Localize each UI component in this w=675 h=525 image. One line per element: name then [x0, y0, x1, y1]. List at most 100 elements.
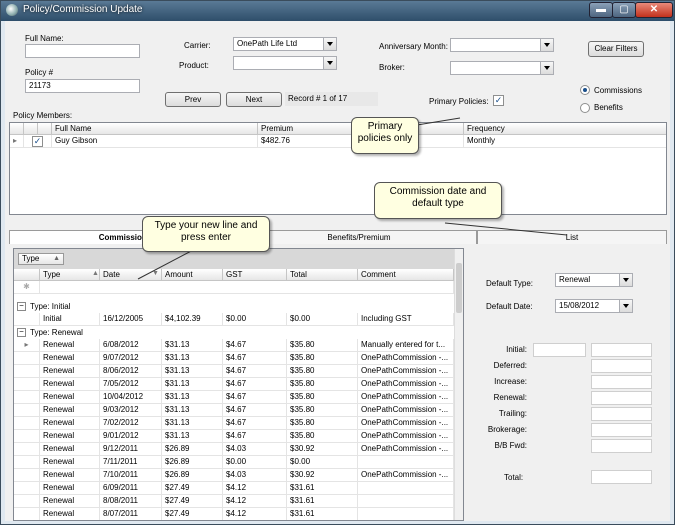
cell-amount[interactable]: $31.13 — [162, 430, 223, 443]
cell-total[interactable]: $30.92 — [287, 443, 358, 456]
cell-gst[interactable]: $4.67 — [223, 391, 287, 404]
default-field-input[interactable] — [591, 391, 652, 405]
cell-amount[interactable]: $31.13 — [162, 417, 223, 430]
cell-amount[interactable]: $31.13 — [162, 378, 223, 391]
new-row-input[interactable] — [40, 281, 454, 294]
cell-gst[interactable]: $4.67 — [223, 365, 287, 378]
group-row-renewal[interactable]: − Type: Renewal — [14, 326, 454, 339]
prev-button[interactable]: Prev — [165, 92, 221, 107]
cell-date[interactable]: 7/05/2012 — [100, 378, 162, 391]
cell-amount[interactable]: $31.13 — [162, 404, 223, 417]
default-field-input[interactable] — [591, 375, 652, 389]
default-field-input[interactable] — [591, 343, 652, 357]
cell-date[interactable]: 7/11/2011 — [100, 456, 162, 469]
column-header-full-name[interactable]: Full Name — [52, 123, 258, 135]
row-selector-icon[interactable] — [14, 417, 40, 430]
tab-benefits-premium[interactable]: Benefits/Premium — [241, 230, 477, 244]
column-header-type[interactable]: Type — [40, 269, 100, 281]
cell-type[interactable]: Renewal — [40, 339, 100, 352]
cell-amount[interactable]: $31.13 — [162, 339, 223, 352]
group-by-type-chip[interactable]: Type ▲ — [18, 253, 64, 265]
column-header-amount[interactable]: Amount — [162, 269, 223, 281]
title-bar[interactable]: Policy/Commission Update ▬ ▢ ✕ — [1, 1, 674, 21]
cell-total[interactable]: $31.61 — [287, 482, 358, 495]
member-checkbox[interactable]: ✓ — [32, 136, 43, 147]
cell-gst[interactable]: $4.67 — [223, 352, 287, 365]
cell-type[interactable]: Renewal — [40, 482, 100, 495]
cell-date[interactable]: 8/06/2012 — [100, 365, 162, 378]
cell-gst[interactable]: $4.67 — [223, 404, 287, 417]
cell-gst[interactable]: $0.00 — [223, 313, 287, 326]
cell-amount[interactable]: $31.13 — [162, 352, 223, 365]
cell-total[interactable]: $35.80 — [287, 404, 358, 417]
cell-amount[interactable]: $4,102.39 — [162, 313, 223, 326]
commissions-radio[interactable] — [580, 85, 590, 95]
cell-total[interactable]: $35.80 — [287, 378, 358, 391]
group-row-initial[interactable]: − Type: Initial — [14, 300, 454, 313]
row-selector-icon[interactable] — [14, 365, 40, 378]
default-date-picker[interactable]: 15/08/2012 — [555, 299, 633, 313]
cell-amount[interactable]: $26.89 — [162, 443, 223, 456]
cell-total[interactable]: $35.80 — [287, 417, 358, 430]
cell-amount[interactable]: $31.13 — [162, 365, 223, 378]
row-selector-icon[interactable] — [14, 508, 40, 520]
cell-date[interactable]: 9/03/2012 — [100, 404, 162, 417]
row-selector-icon[interactable] — [14, 378, 40, 391]
total-input[interactable] — [591, 470, 652, 484]
cell-comment[interactable]: Including GST — [358, 313, 454, 326]
broker-select[interactable] — [450, 61, 554, 75]
cell-comment[interactable]: OnePathCommission -... — [358, 391, 454, 404]
cell-type[interactable]: Renewal — [40, 495, 100, 508]
cell-comment[interactable] — [358, 508, 454, 520]
column-header-total[interactable]: Total — [287, 269, 358, 281]
cell-total[interactable]: $35.80 — [287, 352, 358, 365]
cell-amount[interactable]: $27.49 — [162, 495, 223, 508]
member-frequency-cell[interactable]: Monthly — [464, 135, 666, 148]
default-field-input[interactable] — [591, 359, 652, 373]
cell-total[interactable]: $31.61 — [287, 508, 358, 520]
cell-total[interactable]: $35.80 — [287, 391, 358, 404]
cell-type[interactable]: Renewal — [40, 417, 100, 430]
cell-total[interactable]: $31.61 — [287, 495, 358, 508]
row-selector-icon[interactable] — [14, 391, 40, 404]
maximize-button[interactable]: ▢ — [612, 2, 636, 18]
collapse-icon[interactable]: − — [17, 302, 26, 311]
collapse-icon[interactable]: − — [17, 328, 26, 337]
cell-date[interactable]: 16/12/2005 — [100, 313, 162, 326]
cell-comment[interactable]: OnePathCommission -... — [358, 417, 454, 430]
cell-type[interactable]: Initial — [40, 313, 100, 326]
row-selector-icon[interactable]: ▸ — [10, 135, 24, 148]
member-name-cell[interactable]: Guy Gibson — [52, 135, 258, 148]
row-selector-icon[interactable] — [14, 404, 40, 417]
cell-type[interactable]: Renewal — [40, 469, 100, 482]
chevron-down-icon[interactable] — [540, 39, 553, 51]
chevron-down-icon[interactable] — [323, 57, 336, 69]
default-field-input[interactable] — [591, 423, 652, 437]
cell-gst[interactable]: $0.00 — [223, 456, 287, 469]
row-selector-icon[interactable] — [14, 430, 40, 443]
benefits-radio[interactable] — [580, 103, 590, 113]
anniversary-month-select[interactable] — [450, 38, 554, 52]
cell-date[interactable]: 9/07/2012 — [100, 352, 162, 365]
minimize-button[interactable]: ▬ — [589, 2, 613, 18]
close-button[interactable]: ✕ — [635, 2, 673, 18]
cell-total[interactable]: $30.92 — [287, 469, 358, 482]
default-field-input[interactable] — [591, 439, 652, 453]
column-header-frequency[interactable]: Frequency — [464, 123, 666, 135]
clear-filters-button[interactable]: Clear Filters — [588, 41, 644, 57]
row-selector-icon[interactable] — [14, 456, 40, 469]
cell-type[interactable]: Renewal — [40, 391, 100, 404]
row-selector-icon[interactable] — [14, 443, 40, 456]
cell-total[interactable]: $0.00 — [287, 313, 358, 326]
default-field-input[interactable] — [591, 407, 652, 421]
cell-date[interactable]: 8/07/2011 — [100, 508, 162, 520]
full-name-input[interactable] — [25, 44, 140, 58]
policy-input[interactable]: 21173 — [25, 79, 140, 93]
vertical-scrollbar[interactable] — [454, 249, 463, 520]
cell-type[interactable]: Renewal — [40, 456, 100, 469]
row-selector-icon[interactable] — [14, 352, 40, 365]
cell-gst[interactable]: $4.12 — [223, 495, 287, 508]
cell-gst[interactable]: $4.67 — [223, 430, 287, 443]
cell-comment[interactable]: OnePathCommission -... — [358, 404, 454, 417]
chevron-down-icon[interactable] — [540, 62, 553, 74]
